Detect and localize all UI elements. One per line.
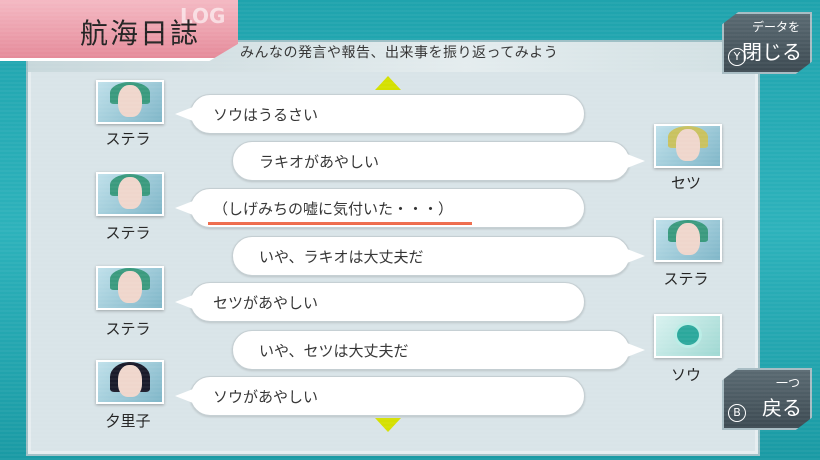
message-bubble[interactable]: ソウはうるさい <box>175 94 585 134</box>
message-bubble[interactable]: セツがあやしい <box>175 282 585 322</box>
close-button-caption: データを <box>751 20 800 34</box>
speaker-name: ステラ <box>105 130 151 148</box>
portrait-stella <box>96 172 164 216</box>
page-subtitle: みんなの発言や報告、出来事を振り返ってみよう <box>240 45 559 61</box>
message-text: いや、ラキオは大丈夫だ <box>259 248 424 266</box>
message-text: ソウはうるさい <box>213 106 319 124</box>
back-button-caption: 一つ <box>775 376 800 390</box>
speaker-name: セツ <box>670 174 701 192</box>
speaker-name: ステラ <box>663 270 709 288</box>
title-tab: LOG 航海日誌 <box>0 0 238 61</box>
highlight-underline <box>208 222 472 225</box>
speaker-name: ステラ <box>105 320 151 338</box>
y-key-icon: Y <box>728 48 746 66</box>
portrait-stella <box>96 266 164 310</box>
message-text: （しげみちの嘘に気付いた・・・） <box>213 200 454 218</box>
close-data-button[interactable]: データを 閉じる Y <box>722 12 812 74</box>
back-button[interactable]: 一つ 戻る B <box>722 368 812 430</box>
message-text: セツがあやしい <box>213 294 319 312</box>
message-text: ソウがあやしい <box>213 388 319 406</box>
message-bubble[interactable]: ソウがあやしい <box>175 376 585 416</box>
back-button-label: 戻る <box>762 396 802 420</box>
close-button-label: 閉じる <box>742 40 802 64</box>
message-text: いや、セツは大丈夫だ <box>259 342 409 360</box>
portrait-setsu <box>654 124 722 168</box>
scroll-up-arrow-icon[interactable] <box>375 76 401 90</box>
b-key-icon: B <box>728 404 746 422</box>
message-bubble[interactable]: いや、ラキオは大丈夫だ <box>232 236 645 276</box>
portrait-stella <box>654 218 722 262</box>
message-bubble[interactable]: ラキオがあやしい <box>232 141 645 181</box>
scroll-down-arrow-icon[interactable] <box>375 418 401 432</box>
speaker-name: ソウ <box>670 366 701 384</box>
speaker-name: ステラ <box>105 224 151 242</box>
message-bubble[interactable]: いや、セツは大丈夫だ <box>232 330 645 370</box>
speaker-name: 夕里子 <box>105 412 151 430</box>
portrait-stella <box>96 80 164 124</box>
portrait-sou <box>654 314 722 358</box>
portrait-yuriko <box>96 360 164 404</box>
page-title: 航海日誌 <box>80 17 201 50</box>
message-text: ラキオがあやしい <box>259 153 380 171</box>
